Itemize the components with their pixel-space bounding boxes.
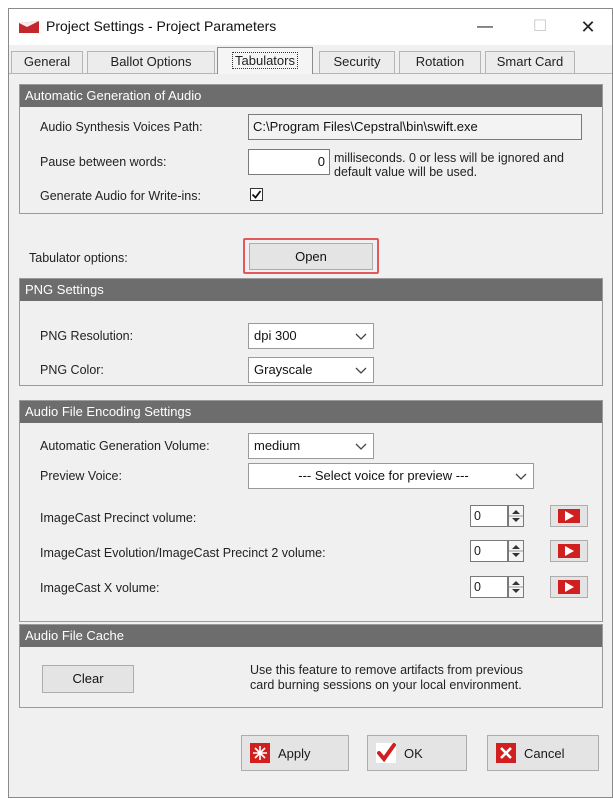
generation-volume-select[interactable]: medium [248, 433, 374, 459]
evolution-volume-value[interactable]: 0 [470, 540, 508, 562]
chevron-down-icon [515, 473, 527, 480]
window-title: Project Settings - Project Parameters [46, 18, 277, 34]
imagecast-x-volume-label: ImageCast X volume: [40, 581, 160, 595]
play-icon [565, 582, 574, 592]
tab-ballot-options[interactable]: Ballot Options [87, 51, 215, 73]
tab-label: Ballot Options [110, 54, 192, 69]
png-color-select[interactable]: Grayscale [248, 357, 374, 383]
apply-button[interactable]: Apply [241, 735, 349, 771]
tab-label: Rotation [415, 54, 465, 69]
png-settings-group: PNG Settings PNG Resolution: dpi 300 PNG… [19, 278, 603, 386]
app-logo-icon [19, 21, 39, 33]
png-resolution-value: dpi 300 [254, 328, 297, 343]
precinct-volume-stepper[interactable]: 0 [470, 505, 530, 527]
tab-smart-card[interactable]: Smart Card [485, 51, 575, 73]
generation-volume-label: Automatic Generation Volume: [40, 439, 210, 453]
evolution-play-button[interactable] [550, 540, 588, 562]
imagecast-x-volume-value[interactable]: 0 [470, 576, 508, 598]
audio-generation-group: Automatic Generation of Audio Audio Synt… [19, 84, 603, 214]
voices-path-label: Audio Synthesis Voices Path: [40, 120, 203, 134]
play-icon [565, 546, 574, 556]
ok-button[interactable]: OK [367, 735, 467, 771]
project-settings-window: Project Settings - Project Parameters — … [8, 8, 613, 798]
ok-label: OK [404, 746, 423, 761]
tabulator-options-label: Tabulator options: [29, 251, 128, 265]
pause-hint-line2: default value will be used. [334, 165, 478, 179]
tab-label: Smart Card [496, 54, 564, 69]
up-down-arrows-icon [509, 545, 523, 557]
png-resolution-select[interactable]: dpi 300 [248, 323, 374, 349]
stepper-arrows[interactable] [508, 540, 524, 562]
pause-hint-line1: milliseconds. 0 or less will be ignored … [334, 151, 564, 165]
evolution-volume-stepper[interactable]: 0 [470, 540, 530, 562]
preview-voice-select[interactable]: --- Select voice for preview --- [248, 463, 534, 489]
png-resolution-label: PNG Resolution: [40, 329, 134, 343]
group-header: PNG Settings [20, 279, 602, 301]
png-color-value: Grayscale [254, 362, 313, 377]
chevron-down-icon [355, 333, 367, 340]
tab-label: Security [333, 54, 381, 69]
group-header: Audio File Cache [20, 625, 602, 647]
imagecast-x-volume-stepper[interactable]: 0 [470, 576, 530, 598]
precinct-volume-label: ImageCast Precinct volume: [40, 511, 197, 525]
checkmark-icon [251, 190, 262, 199]
minimize-button[interactable]: — [462, 9, 508, 45]
group-header: Automatic Generation of Audio [20, 85, 602, 107]
png-color-label: PNG Color: [40, 363, 104, 377]
pause-field[interactable]: 0 [248, 149, 330, 175]
audio-cache-group: Audio File Cache Clear Use this feature … [19, 624, 603, 708]
tab-label: Tabulators [232, 52, 298, 69]
up-down-arrows-icon [509, 581, 523, 593]
tab-strip: General Ballot Options Tabulators Securi… [9, 47, 612, 74]
cancel-icon [496, 743, 516, 763]
title-bar: Project Settings - Project Parameters — … [9, 9, 612, 45]
cache-description-line1: Use this feature to remove artifacts fro… [250, 663, 524, 677]
cache-description-line2: card burning sessions on your local envi… [250, 678, 522, 692]
cancel-button[interactable]: Cancel [487, 735, 599, 771]
pause-label: Pause between words: [40, 155, 167, 169]
voices-path-field[interactable]: C:\Program Files\Cepstral\bin\swift.exe [248, 114, 582, 140]
tab-label: General [23, 54, 71, 69]
dialog-button-bar: Apply OK Cancel [9, 715, 612, 799]
precinct-volume-value[interactable]: 0 [470, 505, 508, 527]
tab-content-tabulators: Automatic Generation of Audio Audio Synt… [9, 73, 612, 713]
play-icon [565, 511, 574, 521]
preview-voice-value: --- Select voice for preview --- [298, 468, 469, 483]
chevron-down-icon [355, 367, 367, 374]
preview-voice-label: Preview Voice: [40, 469, 122, 483]
stepper-arrows[interactable] [508, 505, 524, 527]
close-button[interactable]: ✕ [565, 9, 611, 45]
write-ins-label: Generate Audio for Write-ins: [40, 189, 201, 203]
apply-icon [250, 743, 270, 763]
imagecast-x-play-button[interactable] [550, 576, 588, 598]
maximize-button[interactable]: ☐ [517, 9, 563, 45]
group-header: Audio File Encoding Settings [20, 401, 602, 423]
clear-cache-button[interactable]: Clear [42, 665, 134, 693]
precinct-play-button[interactable] [550, 505, 588, 527]
cancel-label: Cancel [524, 746, 565, 761]
write-ins-checkbox[interactable] [250, 188, 263, 201]
tab-tabulators[interactable]: Tabulators [217, 47, 313, 74]
tab-general[interactable]: General [11, 51, 83, 73]
tab-rotation[interactable]: Rotation [399, 51, 481, 73]
up-down-arrows-icon [509, 510, 523, 522]
apply-label: Apply [278, 746, 311, 761]
check-icon [376, 743, 396, 763]
stepper-arrows[interactable] [508, 576, 524, 598]
tab-security[interactable]: Security [319, 51, 395, 73]
evolution-volume-label: ImageCast Evolution/ImageCast Precinct 2… [40, 546, 326, 560]
tabulator-open-button[interactable]: Open [249, 243, 373, 270]
generation-volume-value: medium [254, 438, 301, 453]
chevron-down-icon [355, 443, 367, 450]
audio-encoding-group: Audio File Encoding Settings Automatic G… [19, 400, 603, 622]
